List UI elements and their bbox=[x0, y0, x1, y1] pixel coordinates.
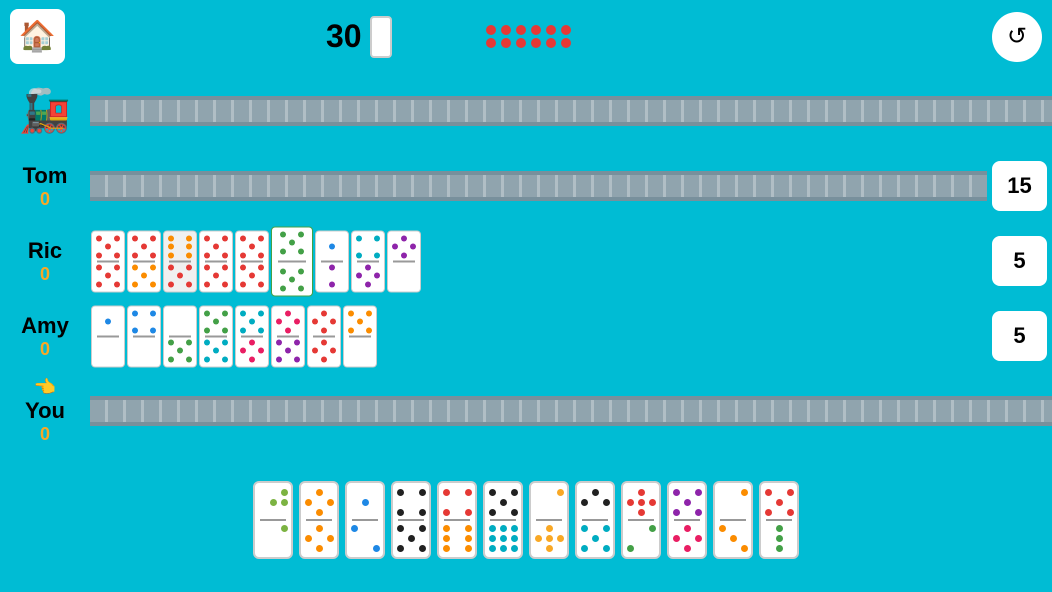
hand-tile-10[interactable] bbox=[667, 481, 707, 559]
tom-score: 0 bbox=[40, 189, 50, 210]
ric-domino-5[interactable] bbox=[235, 230, 269, 292]
dot-10 bbox=[531, 38, 541, 48]
ric-name: Ric bbox=[28, 238, 62, 264]
hand-tile-4[interactable] bbox=[391, 481, 431, 559]
score-display: 30 bbox=[326, 16, 392, 58]
track-you bbox=[90, 374, 1052, 449]
you-name: You bbox=[25, 398, 65, 424]
ric-domino-center[interactable] bbox=[271, 226, 313, 296]
dot-9 bbox=[516, 38, 526, 48]
amy-d6[interactable] bbox=[271, 305, 305, 367]
amy-domino-chain bbox=[90, 304, 378, 369]
hand-tile-6[interactable] bbox=[483, 481, 523, 559]
ric-domino-3[interactable] bbox=[163, 230, 197, 292]
board: 🚂 Tom 0 15 Ric 0 bbox=[0, 74, 1052, 449]
top-bar: 🏠 30 ↺ bbox=[0, 0, 1052, 74]
ric-domino-2[interactable] bbox=[127, 230, 161, 292]
score-tile bbox=[370, 16, 392, 58]
ric-label: Ric 0 bbox=[0, 238, 90, 285]
railroad-track-tom bbox=[90, 171, 987, 201]
track-amy[interactable] bbox=[90, 299, 987, 374]
amy-d5[interactable] bbox=[235, 305, 269, 367]
dot-6 bbox=[561, 25, 571, 35]
dot-8 bbox=[501, 38, 511, 48]
amy-d8[interactable] bbox=[343, 305, 377, 367]
player-row-amy: Amy 0 bbox=[0, 299, 1052, 374]
ric-domino-1[interactable] bbox=[91, 230, 125, 292]
dot-11 bbox=[546, 38, 556, 48]
track-train bbox=[90, 74, 1052, 149]
player-row-tom: Tom 0 15 bbox=[0, 149, 1052, 224]
amy-score: 0 bbox=[40, 339, 50, 360]
dot-12 bbox=[561, 38, 571, 48]
ric-domino-7[interactable] bbox=[351, 230, 385, 292]
tom-label: Tom 0 bbox=[0, 163, 90, 210]
dot-3 bbox=[516, 25, 526, 35]
player-row-ric: Ric 0 bbox=[0, 224, 1052, 299]
hand-tile-9[interactable] bbox=[621, 481, 661, 559]
amy-d2[interactable] bbox=[127, 305, 161, 367]
ric-score: 0 bbox=[40, 264, 50, 285]
amy-badge: 5 bbox=[992, 311, 1047, 361]
ric-domino-chain bbox=[90, 229, 422, 294]
ric-domino-4[interactable] bbox=[199, 230, 233, 292]
score-number: 30 bbox=[326, 18, 362, 55]
ric-domino-6[interactable] bbox=[315, 230, 349, 292]
dot-7 bbox=[486, 38, 496, 48]
hand-area bbox=[0, 449, 1052, 592]
tom-name: Tom bbox=[23, 163, 68, 189]
hand-tile-3[interactable] bbox=[345, 481, 385, 559]
hand-tile-11[interactable] bbox=[713, 481, 753, 559]
player-row-train: 🚂 bbox=[0, 74, 1052, 149]
domino-indicator bbox=[486, 25, 566, 48]
train-icon: 🚂 bbox=[19, 87, 71, 136]
hand-tile-1[interactable] bbox=[253, 481, 293, 559]
hand-tile-8[interactable] bbox=[575, 481, 615, 559]
hand-tile-2[interactable] bbox=[299, 481, 339, 559]
railroad-track-you bbox=[90, 396, 1052, 426]
amy-d7[interactable] bbox=[307, 305, 341, 367]
amy-label: Amy 0 bbox=[0, 313, 90, 360]
hand-tile-12[interactable] bbox=[759, 481, 799, 559]
dot-1 bbox=[486, 25, 496, 35]
amy-name: Amy bbox=[21, 313, 69, 339]
game-area: 🏠 30 ↺ 🚂 bbox=[0, 0, 1052, 592]
tom-badge: 15 bbox=[992, 161, 1047, 211]
ric-badge: 5 bbox=[992, 236, 1047, 286]
track-ric[interactable] bbox=[90, 224, 987, 299]
hand-tile-7[interactable] bbox=[529, 481, 569, 559]
railroad-track-train bbox=[90, 96, 1052, 126]
dot-2 bbox=[501, 25, 511, 35]
ric-domino-8[interactable] bbox=[387, 230, 421, 292]
amy-d1[interactable] bbox=[91, 305, 125, 367]
amy-d3[interactable] bbox=[163, 305, 197, 367]
home-button[interactable]: 🏠 bbox=[10, 9, 65, 64]
dot-4 bbox=[531, 25, 541, 35]
hand-tile-5[interactable] bbox=[437, 481, 477, 559]
track-tom bbox=[90, 149, 987, 224]
player-row-you: 👈 You 0 bbox=[0, 374, 1052, 449]
dot-5 bbox=[546, 25, 556, 35]
you-label: 👈 You 0 bbox=[0, 377, 90, 445]
train-label: 🚂 bbox=[0, 87, 90, 136]
refresh-button[interactable]: ↺ bbox=[992, 12, 1042, 62]
you-score: 0 bbox=[40, 424, 50, 445]
amy-d4[interactable] bbox=[199, 305, 233, 367]
